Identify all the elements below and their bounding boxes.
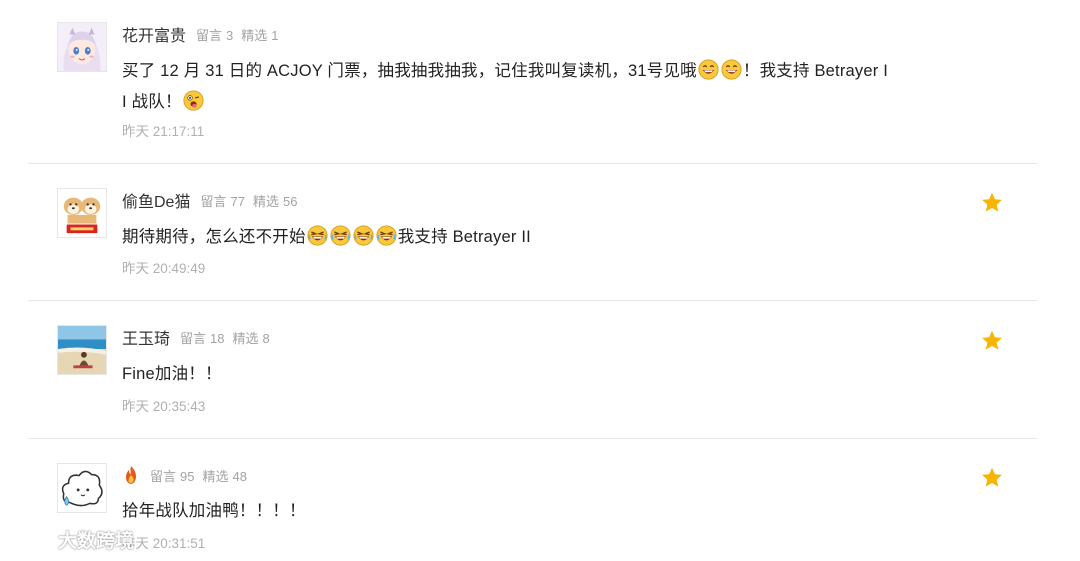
avatar[interactable] (57, 22, 107, 72)
comment-stats: 留言 77 精选 56 (200, 191, 305, 210)
featured-label: 精选 (232, 330, 259, 346)
tongue-out-emoji-icon (182, 90, 204, 111)
comment-stats: 留言 18 精选 8 (180, 328, 278, 347)
comment-stats: 留言 3 精选 1 (196, 25, 287, 44)
beach-photo-avatar-image (58, 326, 106, 374)
star-icon[interactable] (980, 466, 1004, 490)
watermark-logo-icon (10, 529, 44, 550)
cloud-doodle-avatar-image (58, 464, 106, 512)
comments-label: 留言 (200, 193, 227, 209)
comment-text-tail: ！我支持 Betrayer I (742, 62, 889, 80)
featured-label: 精选 (241, 27, 268, 43)
comment-text: 期待期待，怎么还不开始 (122, 228, 306, 246)
comment-time: 昨天 20:35:43 (122, 399, 206, 414)
featured-count: 48 (232, 468, 247, 484)
comment-content: 拾年战队加油鸭！！！！ (122, 496, 922, 527)
anime-girl-avatar-image (58, 23, 106, 71)
featured-label: 精选 (252, 193, 279, 209)
avatar[interactable] (57, 188, 107, 238)
comments-count: 3 (226, 27, 234, 43)
featured-count: 8 (262, 330, 270, 346)
watermark: 大数跨境 (8, 526, 134, 553)
comments-count: 95 (180, 468, 195, 484)
comment-time: 昨天 20:31:51 (122, 536, 206, 551)
comments-label: 留言 (180, 330, 207, 346)
comments-label: 留言 (196, 27, 223, 43)
comments-count: 18 (210, 330, 225, 346)
comment-header: 偷鱼De猫 留言 77 精选 56 (122, 188, 305, 212)
featured-label: 精选 (202, 468, 229, 484)
comment-content: 买了 12 月 31 日的 ACJOY 门票，抽我抽我抽我，记住我叫复读机，31… (122, 56, 922, 118)
comment-header: 花开富贵 留言 3 精选 1 (122, 22, 287, 46)
comments-count: 77 (230, 193, 245, 209)
laughing-emoji-icon (329, 225, 351, 246)
laughing-emoji-icon (306, 225, 328, 246)
nickname[interactable]: 花开富贵 (122, 22, 186, 46)
divider (28, 163, 1037, 164)
comment-time: 昨天 21:17:11 (122, 124, 205, 139)
comment-header: 王玉琦 留言 18 精选 8 (122, 325, 278, 349)
comment-text: 买了 12 月 31 日的 ACJOY 门票，抽我抽我抽我，记住我叫复读机，31… (122, 62, 697, 80)
star-icon[interactable] (980, 191, 1004, 215)
laughing-emoji-icon (352, 225, 374, 246)
fire-icon[interactable] (122, 465, 140, 485)
comment-header: 留言 95 精选 48 (122, 463, 255, 487)
comment-stats: 留言 95 精选 48 (150, 466, 255, 485)
featured-count: 1 (271, 27, 279, 43)
comment-content: 期待期待，怎么还不开始 我支持 Betrayer II (122, 222, 922, 253)
nickname[interactable]: 王玉琦 (122, 325, 170, 349)
nickname[interactable]: 偷鱼De猫 (122, 188, 190, 212)
comment-text: 拾年战队加油鸭！！！！ (122, 502, 306, 520)
comment-content: Fine加油！！ (122, 359, 922, 390)
avatar[interactable] (57, 463, 107, 513)
comment-text-line2: I 战队！ (122, 93, 182, 111)
comment-text: Fine加油！！ (122, 365, 222, 383)
watermark-text: 大数跨境 (58, 531, 135, 552)
comments-label: 留言 (150, 468, 177, 484)
grin-emoji-icon (698, 59, 719, 80)
divider (28, 300, 1037, 301)
avatar[interactable] (57, 325, 107, 375)
cartoon-dogs-avatar-image (58, 189, 106, 237)
featured-count: 56 (282, 193, 298, 209)
divider (28, 438, 1037, 439)
comment-text-tail: 我支持 Betrayer II (397, 228, 531, 246)
comment-time: 昨天 20:49:49 (122, 261, 206, 276)
laughing-emoji-icon (375, 225, 397, 246)
grin-emoji-icon (721, 59, 742, 80)
star-icon[interactable] (980, 329, 1004, 353)
